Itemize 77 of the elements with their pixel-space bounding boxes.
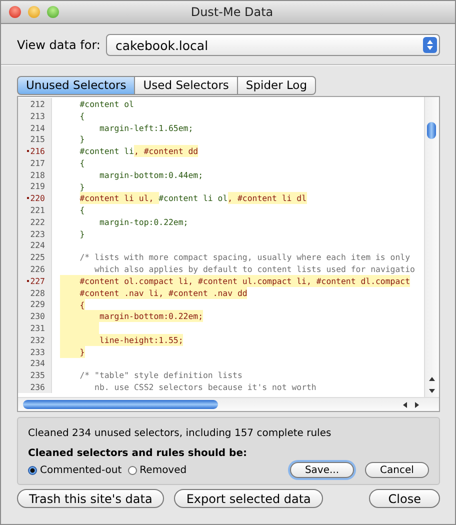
radio-option[interactable]: Removed <box>128 464 187 476</box>
line-number: 227 <box>30 274 45 287</box>
summary-text: Cleaned 234 unused selectors, including 157 complete rules <box>28 428 332 439</box>
dropdown-arrows-icon <box>423 37 437 53</box>
radio-option[interactable]: Commented-out <box>28 464 122 476</box>
line-number: 234 <box>30 357 45 370</box>
scroll-right-icon[interactable] <box>413 400 421 408</box>
code-text: /* lists with more compact spacing, usually where each item is only <box>80 251 410 264</box>
footer-button[interactable]: Close <box>369 489 440 508</box>
line-number: 216 <box>30 145 45 158</box>
code-text: nb. use CSS2 selectors because it's not worth <box>94 381 316 393</box>
code-text: } <box>80 180 85 192</box>
line-number: 224 <box>30 239 45 252</box>
window-title: Dust-Me Data <box>190 5 274 19</box>
line-number: 222 <box>30 216 45 228</box>
panel-button[interactable]: Save... <box>290 462 354 478</box>
horizontal-scrollbar[interactable] <box>18 397 439 411</box>
code-text: { <box>80 204 85 216</box>
line-number: 219 <box>30 180 45 192</box>
tab[interactable]: Spider Log <box>238 76 316 95</box>
line-number: 214 <box>30 122 45 134</box>
line-number: 235 <box>30 369 45 382</box>
code-text: #content li <box>80 145 134 157</box>
scroll-down-icon[interactable] <box>428 387 436 395</box>
line-number: 212 <box>30 98 45 110</box>
code-text: #content .nav li, #content .nav dd <box>80 286 248 299</box>
code-text: } <box>80 133 85 146</box>
line-number: 231 <box>30 322 45 334</box>
line-number: 223 <box>30 228 45 240</box>
code-text: margin-bottom:0.44em; <box>99 168 203 181</box>
footer-button[interactable]: Export selected data <box>174 489 323 508</box>
vertical-scrollbar[interactable] <box>424 97 439 397</box>
radio-button[interactable] <box>128 466 137 474</box>
line-number: 217 <box>30 156 45 169</box>
line-number: 226 <box>30 263 45 276</box>
scroll-up-icon[interactable] <box>428 375 436 383</box>
line-number: 233 <box>30 346 45 358</box>
scroll-thumb[interactable] <box>427 122 436 139</box>
close-icon[interactable] <box>9 6 21 18</box>
line-number: 230 <box>30 310 45 322</box>
code-text: #content ol <box>80 98 134 110</box>
code-text: margin-top:0.22em; <box>99 216 188 228</box>
code-text: } <box>80 346 85 358</box>
line-number: 213 <box>30 110 45 122</box>
mode-label: Cleaned selectors and rules should be: <box>28 448 248 459</box>
code-text: #content li ol <box>158 192 228 204</box>
tab[interactable]: Unused Selectors <box>17 76 136 95</box>
line-number: 221 <box>30 204 45 216</box>
code-text: line-height:1.55; <box>99 334 184 346</box>
code-text: margin-left:1.65em; <box>99 122 194 134</box>
code-text: , #content dd <box>134 145 198 157</box>
scroll-left-icon[interactable] <box>401 400 409 408</box>
code-text: { <box>80 110 85 122</box>
code-text: which also applies by default to content lists used for navigatio <box>94 263 415 275</box>
footer-button[interactable]: Trash this site's data <box>17 489 164 508</box>
site-label: View data for: <box>17 38 100 52</box>
code-text: #content ol.compact li, #content ul.compact li, #content dl.compact <box>80 274 410 287</box>
tab[interactable]: Used Selectors <box>135 76 238 95</box>
line-number: 220 <box>30 192 45 204</box>
line-number: 218 <box>30 168 45 181</box>
code-text: , #content li dl <box>228 192 306 204</box>
line-number: 228 <box>30 286 45 299</box>
code-text: /* "table" style definition lists <box>80 369 242 382</box>
line-number: 232 <box>30 334 45 346</box>
code-text: } <box>80 228 85 240</box>
line-number: 215 <box>30 133 45 146</box>
code-text: margin-bottom:0.22em; <box>99 310 203 322</box>
code-text: { <box>80 156 85 169</box>
scroll-thumb[interactable] <box>23 400 218 409</box>
line-number: 236 <box>30 381 45 394</box>
line-number: 229 <box>30 298 45 310</box>
site-dropdown[interactable]: cakebook.local <box>106 34 440 56</box>
panel-button[interactable]: Cancel <box>365 462 429 478</box>
line-number: 225 <box>30 251 45 264</box>
code-text: #content li ul, <box>80 192 159 204</box>
code-text: { <box>80 298 85 310</box>
radio-button[interactable] <box>28 466 37 474</box>
